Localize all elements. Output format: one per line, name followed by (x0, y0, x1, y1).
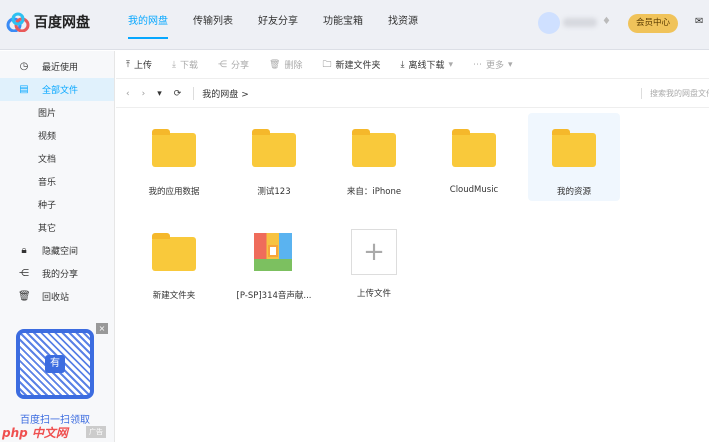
vip-center-button[interactable]: 会员中心 (628, 14, 678, 33)
sidebar-item-torrents[interactable]: 种子 (0, 193, 114, 216)
nav-toolbox[interactable]: 功能宝箱 (323, 0, 363, 50)
label: 全部文件 (42, 86, 79, 96)
share-icon: ⋲ (19, 268, 29, 279)
breadcrumb-item[interactable]: 我的网盘 (202, 90, 238, 100)
label: 上传 (133, 61, 152, 71)
upload-file-tile[interactable]: + 上传文件 (328, 217, 420, 305)
trash-icon: 🗑︎ (269, 59, 281, 70)
upload-icon: ⤒ (126, 59, 130, 70)
delete-button[interactable]: 🗑︎ 删除 (269, 58, 303, 72)
download-icon: ⤓ (400, 59, 405, 70)
nav-my-disk[interactable]: 我的网盘 (128, 0, 168, 50)
upload-button[interactable]: ⤒ 上传 (126, 58, 152, 72)
share-button[interactable]: ⋲ 分享 (218, 58, 250, 72)
file-name: 来自：iPhone (346, 187, 402, 197)
label: 离线下载 (408, 61, 445, 71)
file-item[interactable]: CloudMusic (428, 113, 520, 201)
app-folder-icon (152, 129, 196, 167)
label: 分享 (231, 61, 250, 71)
file-item[interactable]: 来自：iPhone (328, 113, 420, 201)
new-folder-button[interactable]: 🗀︎ 新建文件夹 (322, 57, 380, 73)
label: 回收站 (42, 293, 70, 303)
sidebar-item-my-shares[interactable]: ⋲ 我的分享 (0, 262, 114, 285)
forward-icon[interactable]: › (142, 89, 146, 99)
folder-icon (152, 233, 196, 271)
caret-down-icon: ▾ (508, 59, 513, 70)
more-button[interactable]: ⋯ 更多 ▾ (473, 58, 513, 72)
file-icon: ▤ (19, 84, 29, 95)
label: 隐藏空间 (42, 247, 79, 257)
more-icon: ⋯ (473, 59, 483, 70)
label: 下载 (179, 61, 198, 71)
file-name: 我的应用数据 (148, 187, 200, 197)
folder-icon (452, 129, 496, 167)
label: 更多 (486, 61, 505, 71)
label: 最近使用 (42, 63, 79, 73)
share-icon: ⋲ (218, 59, 227, 70)
clock-icon: ◷ (19, 61, 29, 72)
file-name: 测试123 (257, 187, 291, 197)
php-watermark: php 中文网 (2, 426, 68, 440)
history-dropdown-icon[interactable]: ▾ (157, 89, 162, 99)
sidebar-item-all-files[interactable]: ▤ 全部文件 (0, 78, 114, 101)
refresh-icon[interactable]: ⟳ (174, 89, 182, 99)
sidebar-item-docs[interactable]: 文档 (0, 147, 114, 170)
logo[interactable]: 百度网盘 (6, 12, 90, 32)
folder-icon (352, 129, 396, 167)
logo-text: 百度网盘 (34, 15, 90, 31)
label: 我的分享 (42, 270, 79, 280)
ad-close-button[interactable]: × (96, 323, 108, 334)
sidebar-item-images[interactable]: 图片 (0, 101, 114, 124)
download-icon: ⤓ (172, 59, 176, 70)
sidebar-item-videos[interactable]: 视频 (0, 124, 114, 147)
qr-center-logo: 有 (45, 355, 65, 373)
label: 新建文件夹 (335, 61, 381, 71)
offline-download-button[interactable]: ⤓ 离线下载 ▾ (400, 58, 454, 72)
folder-icon (552, 129, 596, 167)
file-name: CloudMusic (449, 185, 499, 195)
file-name: 新建文件夹 (152, 291, 196, 301)
sidebar-item-recent[interactable]: ◷ 最近使用 (0, 55, 114, 78)
toolbar: ⤒ 上传 ⤓ 下载 ⋲ 分享 🗑︎ 删除 🗀︎ 新建文件夹 ⤓ 离线下载 ▾ ⋯ 更多 ▾ (116, 51, 709, 79)
file-item[interactable]: 我的应用数据 (128, 113, 220, 201)
baidu-cloud-logo-icon (6, 12, 30, 32)
sidebar-item-music[interactable]: 音乐 (0, 170, 114, 193)
file-item[interactable]: [P-SP]314音声献... (228, 217, 320, 305)
ad-qr-code[interactable]: 有 (16, 329, 94, 399)
breadcrumb-separator: > (241, 90, 249, 100)
lock-icon: 🔒︎ (21, 245, 27, 256)
sidebar-item-other[interactable]: 其它 (0, 216, 114, 239)
nav-find-resources[interactable]: 找资源 (388, 0, 418, 50)
new-folder-icon: 🗀︎ (322, 59, 332, 70)
vip-diamond-icon: ♦ (602, 16, 611, 27)
breadcrumb-bar: ‹ › ▾ ⟳ 我的网盘 > (116, 80, 709, 108)
nav-transfer[interactable]: 传输列表 (193, 0, 233, 50)
file-name: [P-SP]314音声献... (236, 291, 312, 301)
sidebar-item-recycle-bin[interactable]: 🗑︎ 回收站 (0, 285, 114, 308)
file-grid: 我的应用数据 测试123 来自：iPhone CloudMusic 我的资源 新… (128, 113, 709, 321)
caret-down-icon: ▾ (448, 59, 454, 70)
file-item[interactable]: 测试123 (228, 113, 320, 201)
plus-icon: + (351, 229, 397, 275)
download-button[interactable]: ⤓ 下载 (172, 58, 198, 72)
search-input[interactable]: 搜索我的网盘文件 (641, 88, 709, 99)
avatar[interactable] (538, 12, 560, 34)
file-item[interactable]: 新建文件夹 (128, 217, 220, 305)
back-icon[interactable]: ‹ (126, 89, 130, 99)
file-name: 上传文件 (356, 289, 391, 299)
mail-icon[interactable]: ✉ (695, 16, 703, 27)
top-bar: 百度网盘 我的网盘 传输列表 好友分享 功能宝箱 找资源 ♦ 会员中心 ✉ (0, 0, 709, 50)
nav-friend-share[interactable]: 好友分享 (258, 0, 298, 50)
ad-tag: 广告 (86, 426, 106, 438)
archive-icon (254, 233, 292, 271)
label: 删除 (284, 61, 303, 71)
folder-icon (252, 129, 296, 167)
sidebar-item-hidden-space[interactable]: 🔒︎ 隐藏空间 (0, 239, 114, 262)
file-item[interactable]: 我的资源 (528, 113, 620, 201)
username-blurred[interactable] (563, 18, 597, 27)
file-name: 我的资源 (556, 187, 591, 197)
trash-icon: 🗑︎ (18, 291, 31, 302)
breadcrumb-path[interactable]: 我的网盘 > (193, 87, 249, 100)
